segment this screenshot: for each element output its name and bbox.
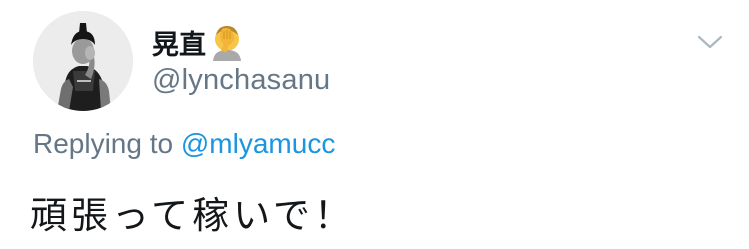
replying-to-line: Replying to @mlyamucc: [33, 128, 335, 160]
display-name-row[interactable]: 晃直: [152, 22, 246, 62]
username[interactable]: @lynchasanu: [152, 64, 330, 97]
avatar-photo: [33, 11, 133, 111]
tweet-card: 晃直 @lynchasanu Replying to @mlyamucc 頑張っ…: [0, 0, 749, 249]
chevron-down-icon[interactable]: [694, 30, 726, 54]
tweet-text: 頑張って稼いで！: [30, 194, 356, 237]
display-name[interactable]: 晃直: [152, 23, 206, 62]
avatar[interactable]: [33, 11, 133, 111]
face-palm-emoji-icon: [213, 26, 241, 61]
replying-to-prefix: Replying to: [33, 128, 174, 159]
replying-to-mention-link[interactable]: @mlyamucc: [181, 128, 335, 159]
